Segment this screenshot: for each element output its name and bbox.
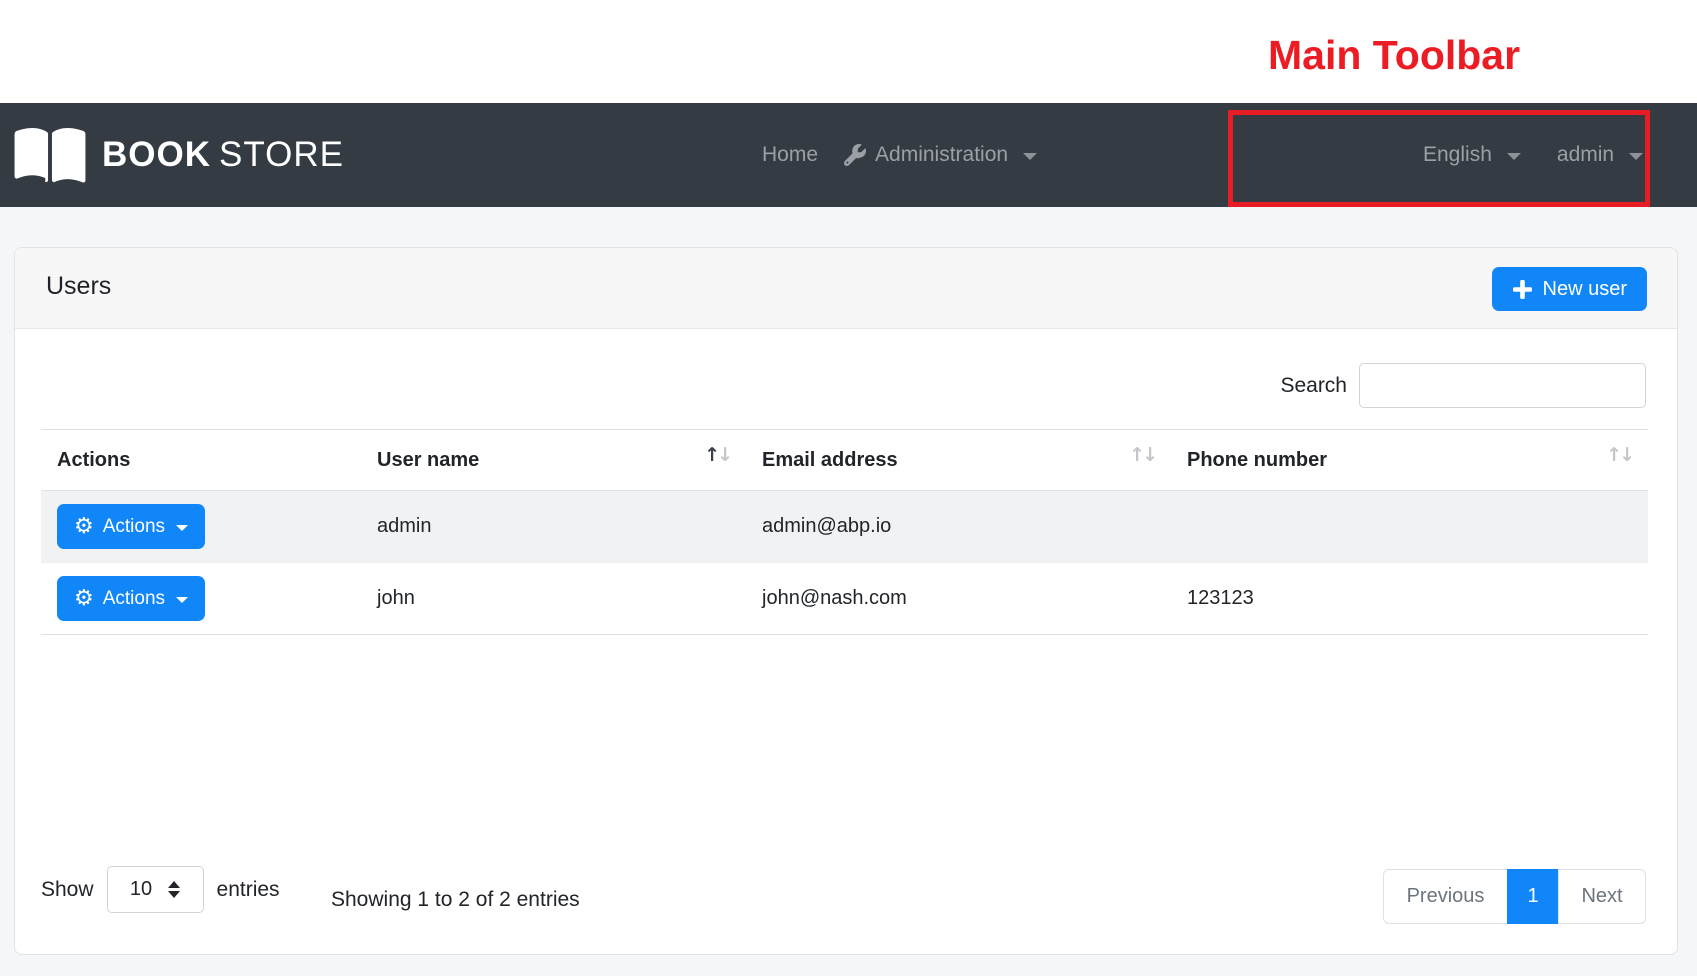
chevron-down-icon [176, 525, 188, 531]
column-header-actions: Actions [41, 430, 361, 491]
email-cell: john@nash.com [746, 563, 1171, 635]
sort-icon: ↑↓ [704, 444, 730, 466]
open-book-icon [12, 124, 88, 187]
nav-administration-label: Administration [875, 143, 1008, 167]
sort-icon: ↑↓ [1606, 444, 1632, 466]
table-search: Search [1280, 363, 1646, 408]
column-header-email-label: Email address [762, 449, 898, 471]
users-card: Users New user Search [14, 247, 1678, 955]
entries-label: entries [217, 878, 280, 902]
page-title: Users [46, 272, 111, 301]
table-info-text: Showing 1 to 2 of 2 entries [331, 888, 580, 912]
nav-item-home[interactable]: Home [762, 143, 818, 167]
search-input[interactable] [1359, 363, 1646, 408]
navbar-menu: Home Administration [762, 103, 1037, 207]
row-actions-label: Actions [103, 516, 165, 538]
user-name-cell: admin [361, 491, 746, 563]
page: Main Toolbar BOOKSTORE Home [0, 0, 1697, 976]
table-row-john: ⚙ Actions john john@nash.com 123123 [41, 563, 1648, 635]
users-table: Actions User name ↑↓ Email address ↑↓ Ph… [41, 429, 1648, 635]
chevron-down-icon [1629, 153, 1643, 160]
brand-text-bold: BOOK [102, 135, 211, 174]
column-header-user-name-label: User name [377, 449, 479, 471]
email-cell: admin@abp.io [746, 491, 1171, 563]
chevron-down-icon [176, 597, 188, 603]
current-user-label: admin [1557, 143, 1614, 167]
annotation-main-toolbar-label: Main Toolbar [1268, 32, 1520, 79]
user-name-cell: john [361, 563, 746, 635]
column-header-actions-label: Actions [57, 449, 130, 471]
actions-cell: ⚙ Actions [41, 491, 361, 563]
pagination: Previous 1 Next [1383, 869, 1646, 924]
brand-text: BOOKSTORE [102, 135, 344, 175]
phone-cell: 123123 [1171, 563, 1648, 635]
pagination-previous-button[interactable]: Previous [1383, 869, 1508, 924]
show-label: Show [41, 878, 94, 902]
table-header-row: Actions User name ↑↓ Email address ↑↓ Ph… [41, 430, 1648, 491]
page-size-value: 10 [130, 878, 152, 901]
actions-cell: ⚙ Actions [41, 563, 361, 635]
column-header-user-name[interactable]: User name ↑↓ [361, 430, 746, 491]
up-down-arrows-icon [168, 881, 180, 898]
page-size-select[interactable]: 10 [107, 866, 204, 913]
nav-home-label: Home [762, 143, 818, 167]
plus-icon [1512, 279, 1533, 300]
table-row-admin: ⚙ Actions admin admin@abp.io [41, 491, 1648, 563]
chevron-down-icon [1023, 153, 1037, 160]
search-label: Search [1280, 374, 1347, 398]
users-card-header: Users New user [15, 248, 1677, 329]
brand-text-regular: STORE [219, 135, 344, 174]
chevron-down-icon [1507, 153, 1521, 160]
new-user-button[interactable]: New user [1492, 267, 1647, 311]
column-header-email[interactable]: Email address ↑↓ [746, 430, 1171, 491]
main-content-area: Users New user Search [0, 207, 1697, 976]
pagination-next-button[interactable]: Next [1558, 869, 1646, 924]
column-header-phone-label: Phone number [1187, 449, 1327, 471]
top-navbar: BOOKSTORE Home Administration English [0, 103, 1697, 207]
language-dropdown[interactable]: English [1423, 143, 1521, 167]
current-user-dropdown[interactable]: admin [1557, 143, 1643, 167]
language-label: English [1423, 143, 1492, 167]
gear-icon: ⚙ [74, 588, 94, 610]
page-size-control: Show 10 entries [41, 866, 280, 913]
sort-icon: ↑↓ [1129, 444, 1155, 466]
column-header-phone[interactable]: Phone number ↑↓ [1171, 430, 1648, 491]
navbar-right-toolbar: English admin [1423, 103, 1643, 207]
gear-icon: ⚙ [74, 516, 94, 538]
row-actions-button[interactable]: ⚙ Actions [57, 576, 205, 621]
new-user-button-label: New user [1543, 278, 1627, 301]
wrench-icon [844, 144, 866, 166]
pagination-page-1-button[interactable]: 1 [1507, 869, 1559, 924]
phone-cell [1171, 491, 1648, 563]
row-actions-button[interactable]: ⚙ Actions [57, 504, 205, 549]
row-actions-label: Actions [103, 588, 165, 610]
nav-item-administration[interactable]: Administration [844, 143, 1037, 167]
brand-link[interactable]: BOOKSTORE [12, 103, 344, 207]
